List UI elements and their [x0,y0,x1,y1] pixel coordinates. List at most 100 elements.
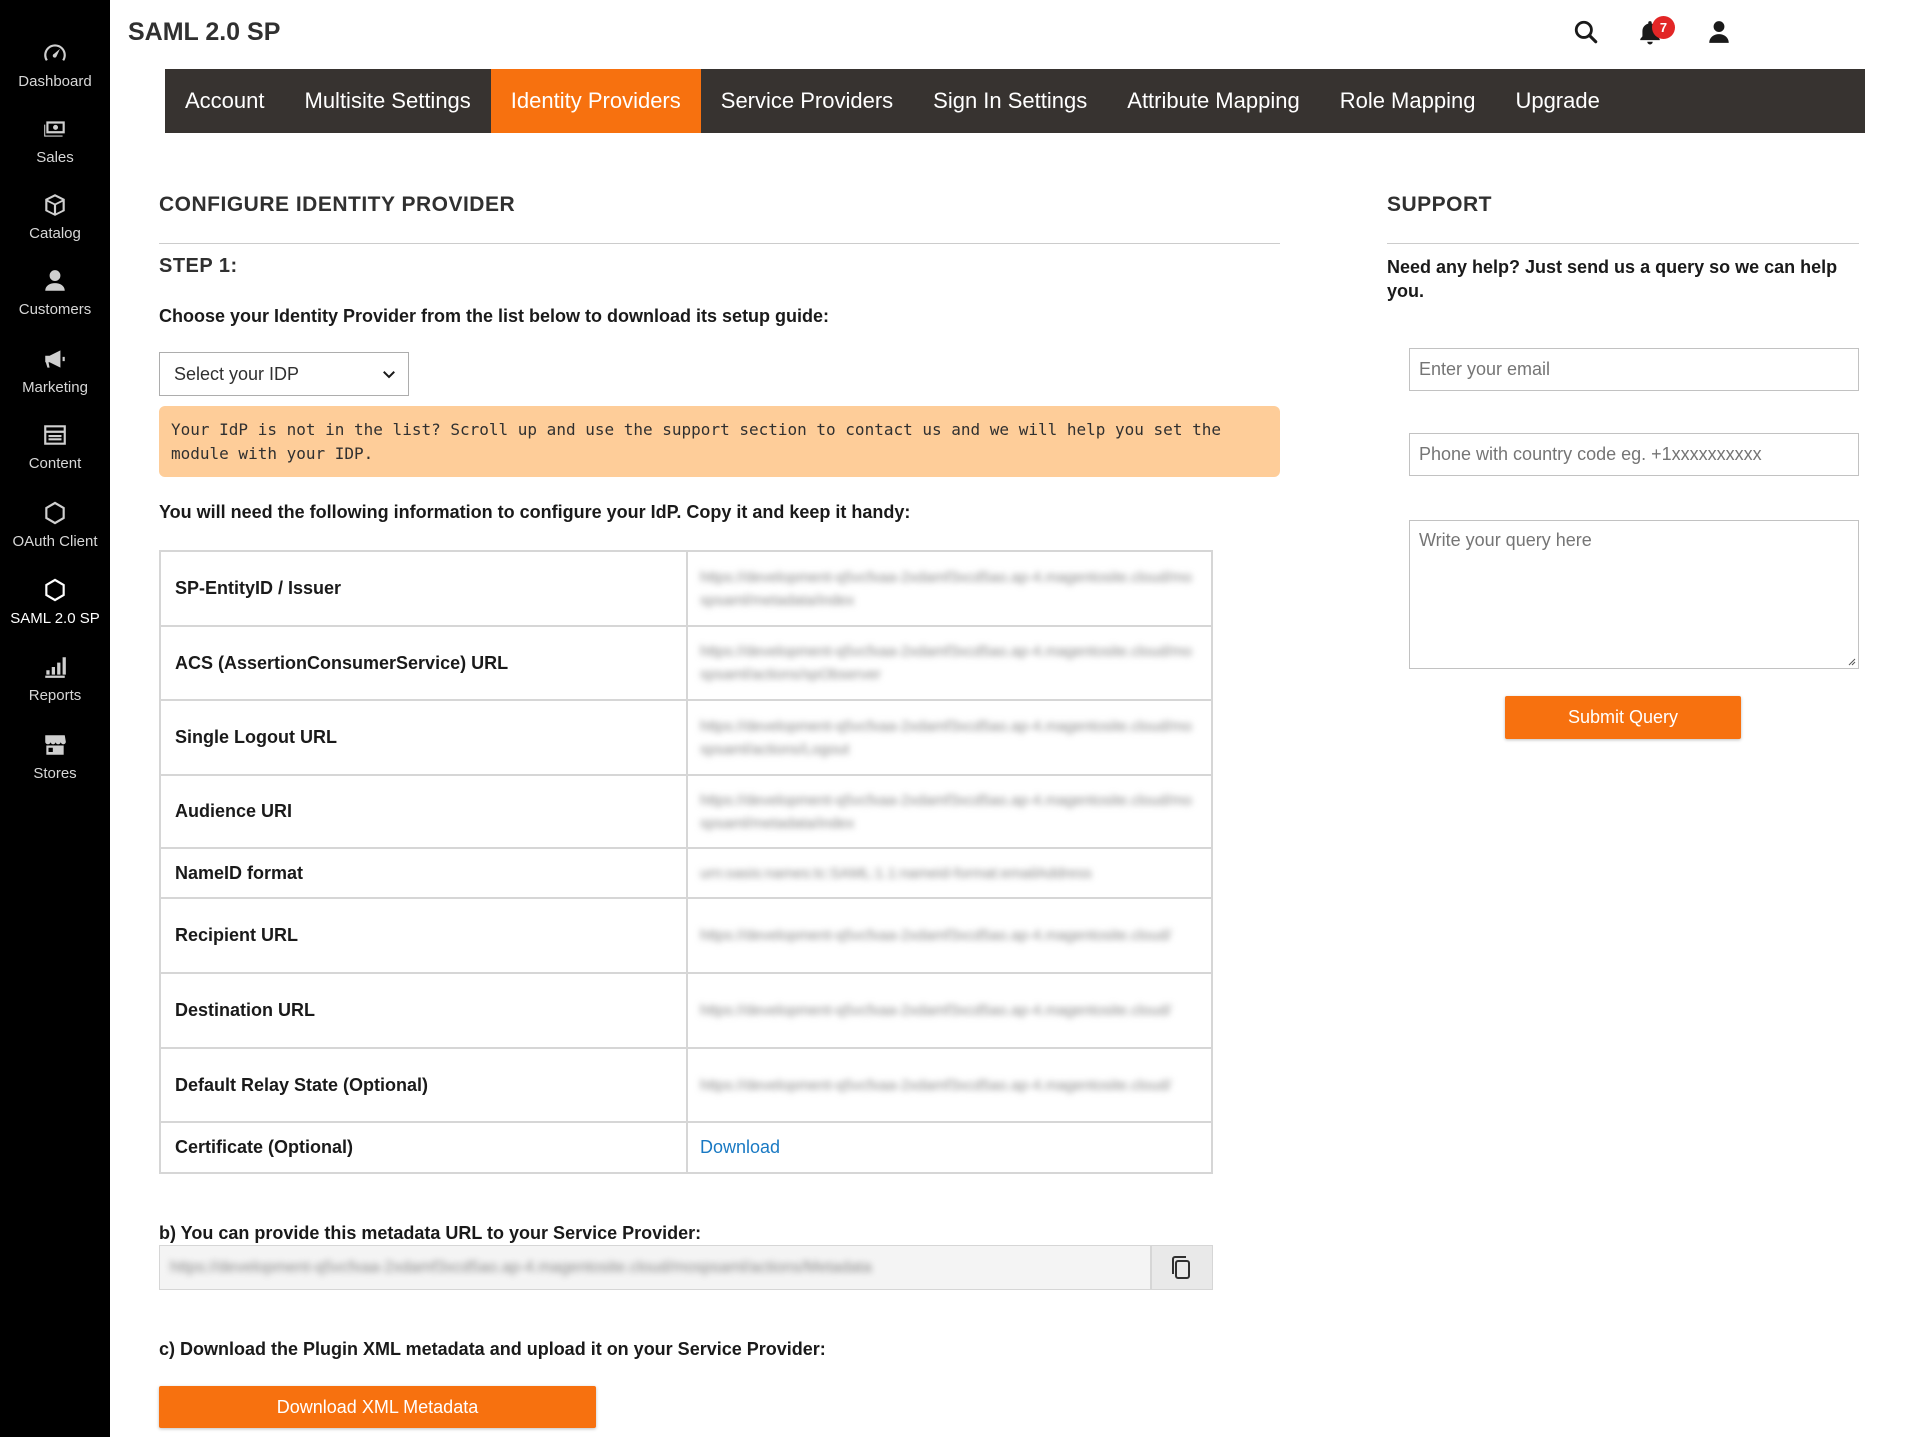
sidebar-item-reports[interactable]: Reports [0,652,110,724]
table-row: Certificate (Optional) Download [159,1121,1213,1174]
tab-sign-in-settings[interactable]: Sign In Settings [913,69,1107,133]
sidebar-item-label: Catalog [29,225,81,242]
idp-select-value: Select your IDP [174,363,300,384]
user-account-icon[interactable] [1701,14,1737,50]
sidebar-item-label: Marketing [22,379,88,396]
admin-sidebar: Dashboard Sales Catalog Customers Market… [0,0,110,1437]
search-icon[interactable] [1568,14,1604,50]
row-value-redacted: urn:oasis:names:tc:SAML:1.1:nameid-forma… [700,864,1092,882]
store-icon [40,730,70,760]
hexagon-icon [40,498,70,528]
choose-idp-text: Choose your Identity Provider from the l… [159,306,830,326]
tab-upgrade[interactable]: Upgrade [1495,69,1619,133]
row-label: SP-EntityID / Issuer [159,550,688,627]
bar-chart-icon [40,652,70,682]
notice-line-1: Your IdP is not in the list? Scroll up a… [171,420,1221,439]
sidebar-item-marketing[interactable]: Marketing [0,344,110,416]
table-row: Default Relay State (Optional) https://d… [159,1047,1213,1123]
idp-not-listed-notice: Your IdP is not in the list? Scroll up a… [159,406,1280,477]
sidebar-item-stores[interactable]: Stores [0,730,110,802]
sidebar-item-saml[interactable]: SAML 2.0 SP [0,575,110,647]
table-row: Recipient URL https://development-q5vcfx… [159,897,1213,974]
money-icon [40,114,70,144]
sidebar-item-dashboard[interactable]: Dashboard [0,38,110,110]
metadata-url-field[interactable]: https://development-q5vcfxaa-2xdamf3xcd5… [159,1245,1151,1290]
sidebar-item-label: Content [28,455,82,472]
row-value-redacted: https://development-q5vcfxaa-2xdamf3xcd5… [700,643,1192,683]
sidebar-item-label: Customers [18,301,92,318]
table-row: NameID format urn:oasis:names:tc:SAML:1.… [159,847,1213,899]
metadata-url-text: b) You can provide this metadata URL to … [159,1223,702,1243]
sidebar-item-label: Dashboard [18,73,92,90]
row-label: ACS (AssertionConsumerService) URL [159,625,688,701]
row-label: Default Relay State (Optional) [159,1047,688,1123]
support-email-input[interactable]: Enter your email [1409,348,1859,391]
phone-placeholder: Phone with country code eg. +1xxxxxxxxxx [1419,444,1762,464]
table-row: Single Logout URL https://development-q5… [159,699,1213,776]
row-label: Destination URL [159,972,688,1049]
page-title: SAML 2.0 SP [128,18,281,46]
tab-service-providers[interactable]: Service Providers [701,69,913,133]
step-heading: STEP 1: [159,255,238,277]
sidebar-item-label: Stores [33,765,77,782]
copy-metadata-url-button[interactable] [1151,1245,1213,1290]
person-icon [40,266,70,296]
row-value-redacted: https://development-q5vcfxaa-2xdamf3xcd5… [700,927,1172,944]
support-help-text: Need any help? Just send us a query so w… [1387,255,1859,303]
help-text-line-1: Need any help? Just send us a query so w… [1387,257,1838,277]
resize-handle-icon[interactable] [1846,656,1856,666]
row-value-redacted: https://development-q5vcfxaa-2xdamf3xcd5… [700,1076,1172,1094]
notice-line-2: module with your IDP. [171,444,374,463]
support-divider [1387,243,1859,244]
row-value-redacted: https://development-q5vcfxaa-2xdamf3xcd5… [700,717,1192,758]
row-value-redacted: https://development-q5vcfxaa-2xdamf3xcd5… [700,1002,1172,1019]
sidebar-item-customers[interactable]: Customers [0,266,110,338]
copy-icon [1172,1255,1190,1279]
tab-identity-providers[interactable]: Identity Providers [490,69,701,133]
gauge-icon [40,38,70,68]
table-row: Destination URL https://development-q5vc… [159,972,1213,1049]
row-label: Recipient URL [159,897,688,974]
chevron-down-icon [383,371,395,379]
hexagon-icon [40,575,70,605]
submit-query-button[interactable]: Submit Query [1505,696,1741,739]
download-metadata-text: c) Download the Plugin XML metadata and … [159,1339,826,1359]
row-label: Single Logout URL [159,699,688,776]
info-instructions-text: You will need the following information … [159,502,911,522]
sp-info-table: SP-EntityID / Issuer https://development… [159,550,1213,1174]
support-heading: SUPPORT [1387,193,1493,216]
sidebar-item-oauth-client[interactable]: OAuth Client [0,498,110,570]
tab-multisite-settings[interactable]: Multisite Settings [285,69,491,133]
idp-select[interactable]: Select your IDP [159,352,409,396]
sidebar-item-label: OAuth Client [12,533,98,550]
tab-attribute-mapping[interactable]: Attribute Mapping [1107,69,1319,133]
configure-idp-heading: CONFIGURE IDENTITY PROVIDER [159,193,516,216]
row-label: NameID format [159,847,688,899]
email-placeholder: Enter your email [1419,359,1551,379]
sidebar-item-content[interactable]: Content [0,420,110,492]
sidebar-item-label: Sales [36,149,74,166]
table-row: Audience URI https://development-q5vcfxa… [159,774,1213,849]
notification-badge: 7 [1652,16,1675,39]
tab-account[interactable]: Account [165,69,285,133]
layout-icon [40,420,70,450]
certificate-download-link[interactable]: Download [700,1137,780,1157]
support-query-textarea[interactable]: Write your query here [1409,520,1859,669]
help-text-line-2: you. [1387,281,1425,301]
support-phone-input[interactable]: Phone with country code eg. +1xxxxxxxxxx [1409,433,1859,476]
tab-role-mapping[interactable]: Role Mapping [1320,69,1496,133]
query-placeholder: Write your query here [1419,530,1592,550]
sidebar-item-sales[interactable]: Sales [0,114,110,186]
row-value-redacted: https://development-q5vcfxaa-2xdamf3xcd5… [700,568,1192,609]
row-value-redacted: https://development-q5vcfxaa-2xdamf3xcd5… [700,791,1192,832]
row-label: Certificate (Optional) [159,1121,688,1174]
metadata-url-value-redacted: https://development-q5vcfxaa-2xdamf3xcd5… [170,1259,872,1276]
table-row: ACS (AssertionConsumerService) URL https… [159,625,1213,701]
download-xml-metadata-button[interactable]: Download XML Metadata [159,1386,596,1428]
row-label: Audience URI [159,774,688,849]
heading-divider [159,243,1280,244]
sidebar-item-catalog[interactable]: Catalog [0,190,110,262]
megaphone-icon [40,344,70,374]
table-row: SP-EntityID / Issuer https://development… [159,550,1213,627]
box-icon [40,190,70,220]
